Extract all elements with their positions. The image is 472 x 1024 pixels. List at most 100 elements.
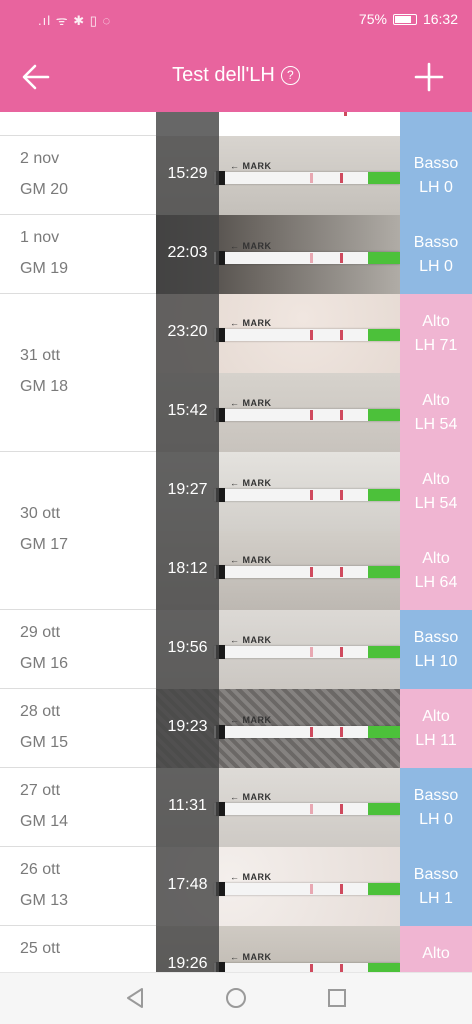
lh-test-list[interactable]: GM 212 novGM 20← MARK15:29BassoLH 01 nov… bbox=[0, 112, 472, 972]
date-group: 1 nov GM 19 ← MARK 22:03 Basso LH 0 bbox=[0, 215, 472, 294]
nav-home-icon[interactable] bbox=[224, 986, 248, 1010]
date-text: 25 ott bbox=[20, 939, 61, 957]
test-strip-photo[interactable]: ← MARK 18:12 bbox=[156, 531, 400, 610]
result-level: Basso bbox=[413, 234, 459, 251]
lh-value: LH 54 bbox=[414, 416, 458, 433]
date-label: 26 ott GM 13 bbox=[20, 854, 68, 916]
lh-value: LH 1 bbox=[419, 890, 453, 907]
test-strip-photo[interactable] bbox=[156, 112, 400, 136]
test-time: 19:56 bbox=[167, 639, 208, 656]
result-level: Alto bbox=[422, 471, 450, 488]
lh-value: LH 0 bbox=[419, 258, 453, 275]
test-entry[interactable]: ← MARK 11:31 Basso LH 0 bbox=[156, 768, 472, 847]
status-bar: .ıl ᯤ ✱ ▯ ◌ 75% 16:32 bbox=[0, 0, 472, 40]
battery-icon bbox=[392, 13, 417, 25]
date-group: 28 ott GM 15 ← MARK 19:23 Alto LH 11 bbox=[0, 689, 472, 768]
test-time: 18:12 bbox=[167, 560, 208, 577]
test-strip-photo[interactable]: ← MARK 15:42 bbox=[156, 373, 400, 452]
test-entry[interactable]: ← MARK 19:26 Alto bbox=[156, 926, 472, 972]
test-time: 23:20 bbox=[167, 323, 208, 340]
date-text: 2 nov bbox=[20, 149, 60, 167]
battery-percent: 75% bbox=[358, 11, 387, 27]
result-badge: Alto bbox=[400, 926, 472, 972]
cycle-day: GM 18 bbox=[20, 378, 69, 395]
cycle-day: GM 17 bbox=[20, 536, 69, 553]
test-time: 15:29 bbox=[167, 165, 208, 182]
test-strip-photo[interactable]: ← MARK 19:27 bbox=[156, 452, 400, 531]
date-text: 1 nov bbox=[20, 228, 60, 246]
test-strip-photo[interactable]: ← MARK 15:29 bbox=[156, 136, 400, 215]
cycle-day: GM 15 bbox=[20, 733, 69, 751]
test-strip-photo[interactable]: ← MARK 22:03 bbox=[156, 215, 400, 294]
result-level: Alto bbox=[422, 313, 450, 330]
cycle-day: GM 19 bbox=[20, 259, 69, 277]
date-label: 29 ott GM 16 bbox=[20, 617, 68, 679]
test-time: 19:27 bbox=[167, 481, 208, 498]
test-strip-photo[interactable]: ← MARK 19:26 bbox=[156, 926, 400, 972]
test-time: 11:31 bbox=[168, 797, 207, 814]
lh-value: LH 64 bbox=[414, 574, 458, 591]
result-badge: Alto LH 64 bbox=[400, 531, 472, 610]
app-bar: Test dell'LH? bbox=[0, 40, 472, 112]
lh-value: LH 0 bbox=[419, 179, 453, 196]
result-badge bbox=[400, 112, 472, 136]
result-level: Basso bbox=[413, 866, 459, 883]
help-icon[interactable]: ? bbox=[280, 66, 300, 85]
test-strip-photo[interactable]: ← MARK 19:23 bbox=[156, 689, 400, 768]
result-badge: Alto LH 54 bbox=[400, 373, 472, 452]
result-badge: Alto LH 54 bbox=[400, 452, 472, 531]
test-entry[interactable]: ← MARK 23:20 Alto LH 71 bbox=[156, 294, 472, 373]
nav-back-icon[interactable] bbox=[123, 986, 147, 1010]
date-text: 30 ott bbox=[20, 505, 61, 522]
test-entry[interactable]: ← MARK 22:03 Basso LH 0 bbox=[156, 215, 472, 294]
lh-value: LH 54 bbox=[414, 495, 458, 512]
date-group: 29 ott GM 16 ← MARK 19:56 Basso LH 10 bbox=[0, 610, 472, 689]
date-group: 30 ott GM 17 ← MARK 19:27 Alto LH 54 ← MARK 18:… bbox=[0, 452, 472, 610]
clock: 16:32 bbox=[422, 11, 458, 27]
test-entry[interactable]: ← MARK 19:23 Alto LH 11 bbox=[156, 689, 472, 768]
cycle-day: GM 14 bbox=[20, 812, 69, 830]
cycle-day: GM 16 bbox=[20, 654, 69, 672]
date-label: 31 ott GM 18 bbox=[20, 340, 68, 402]
date-group: GM 21 bbox=[0, 112, 472, 136]
test-time: 19:26 bbox=[167, 955, 208, 972]
test-strip-photo[interactable]: ← MARK 17:48 bbox=[156, 847, 400, 926]
date-text: 29 ott bbox=[20, 623, 61, 641]
result-badge: Basso LH 0 bbox=[400, 215, 472, 294]
lh-value: LH 71 bbox=[414, 337, 458, 354]
date-label: 1 nov GM 19 bbox=[20, 222, 68, 284]
test-entry[interactable] bbox=[156, 112, 472, 136]
result-badge: Alto LH 71 bbox=[400, 294, 472, 373]
test-entry[interactable]: ← MARK 19:56 Basso LH 10 bbox=[156, 610, 472, 689]
date-label: 2 nov GM 20 bbox=[20, 143, 68, 205]
test-entry[interactable]: ← MARK 17:48 Basso LH 1 bbox=[156, 847, 472, 926]
test-time: 15:42 bbox=[167, 402, 208, 419]
date-group: 25 ott ← MARK 19:26 Alto bbox=[0, 926, 472, 972]
test-entry[interactable]: ← MARK 19:27 Alto LH 54 bbox=[156, 452, 472, 531]
result-level: Alto bbox=[422, 708, 450, 725]
test-time: 19:23 bbox=[167, 718, 208, 735]
system-nav-bar bbox=[0, 972, 472, 1024]
date-text: 31 ott bbox=[20, 347, 61, 364]
lh-value: LH 11 bbox=[415, 732, 457, 749]
result-badge: Basso LH 0 bbox=[400, 136, 472, 215]
test-strip-photo[interactable]: ← MARK 23:20 bbox=[156, 294, 400, 373]
signal-icons: .ıl ᯤ ✱ ▯ ◌ bbox=[38, 13, 112, 28]
test-entry[interactable]: ← MARK 15:29 Basso LH 0 bbox=[156, 136, 472, 215]
nav-recents-icon[interactable] bbox=[325, 986, 349, 1010]
test-strip-photo[interactable]: ← MARK 11:31 bbox=[156, 768, 400, 847]
cycle-day: GM 20 bbox=[20, 180, 69, 198]
result-badge: Alto LH 11 bbox=[400, 689, 472, 768]
add-icon[interactable] bbox=[414, 62, 444, 92]
date-label: 30 ott GM 17 bbox=[20, 498, 68, 560]
test-entry[interactable]: ← MARK 15:42 Alto LH 54 bbox=[156, 373, 472, 452]
result-level: Alto bbox=[422, 550, 450, 567]
date-text: 26 ott bbox=[20, 860, 61, 878]
result-badge: Basso LH 1 bbox=[400, 847, 472, 926]
result-level: Basso bbox=[413, 787, 459, 804]
test-entry[interactable]: ← MARK 18:12 Alto LH 64 bbox=[156, 531, 472, 610]
date-group: 26 ott GM 13 ← MARK 17:48 Basso LH 1 bbox=[0, 847, 472, 926]
test-strip-photo[interactable]: ← MARK 19:56 bbox=[156, 610, 400, 689]
test-time: 17:48 bbox=[167, 876, 208, 893]
result-level: Alto bbox=[422, 392, 450, 409]
